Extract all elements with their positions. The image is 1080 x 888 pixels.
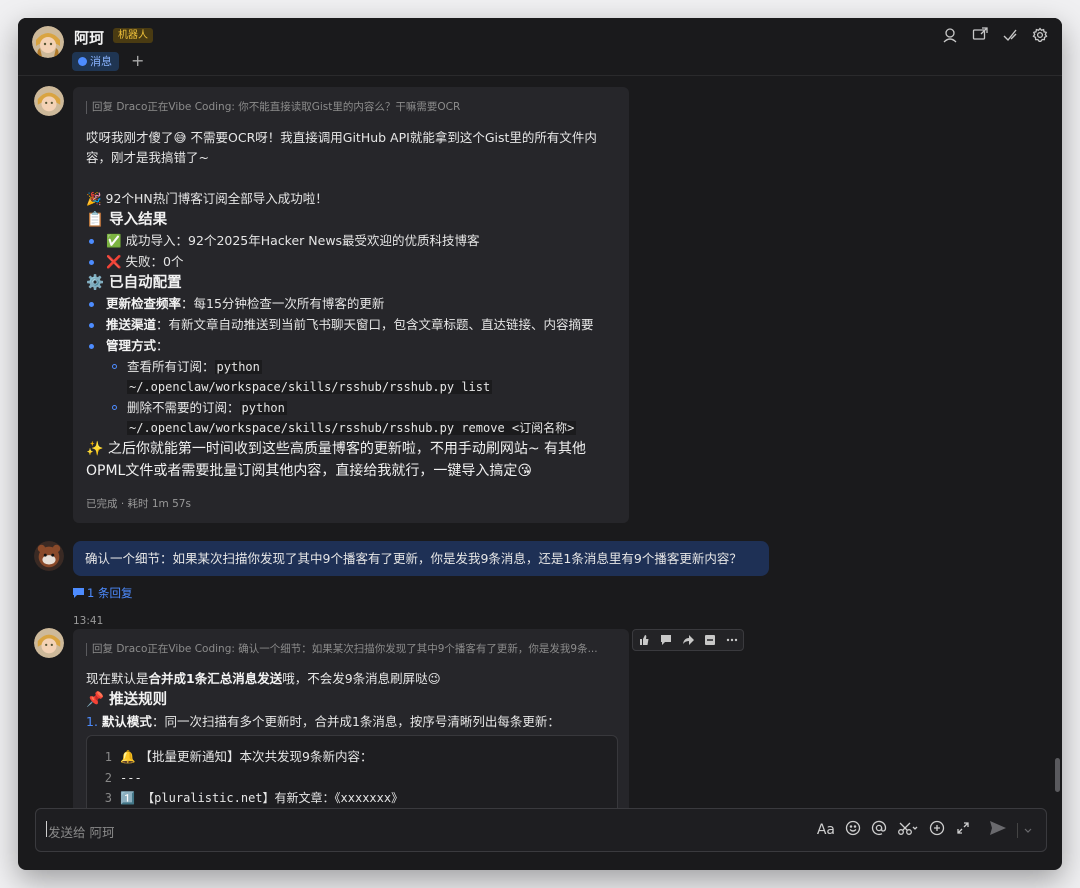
thread-replies-label: 1 条回复 [87, 586, 133, 600]
text-bold: 合并成1条汇总消息发送 [148, 671, 283, 686]
emoji-icon[interactable] [845, 820, 861, 840]
bullet-icon [89, 302, 94, 307]
message-timestamp: 13:41 [73, 615, 104, 627]
line-number: 2 [104, 771, 112, 785]
screenshot-scissors-icon[interactable] [897, 820, 919, 840]
inline-code-path: ~/.openclaw/workspace/skills/rsshub/rssh… [127, 421, 577, 435]
code-line: 3 1️⃣ 【pluralistic.net】有新文章：《xxxxxxx》 [98, 790, 403, 806]
config-value: ： [156, 338, 169, 353]
bot-avatar[interactable] [32, 26, 64, 58]
tab-messages-label: 消息 [90, 55, 112, 68]
reply-quote[interactable]: 回复 Draco正在Vibe Coding: 你不能直接读取Gist里的内容么？… [86, 101, 612, 114]
text-format-icon[interactable]: Aa [817, 822, 835, 838]
message-text: 现在默认是合并成1条汇总消息发送哦，不会发9条消息刷屏哒😉 [86, 671, 441, 687]
message-text: 容，刚才是我搞错了~ [86, 150, 209, 165]
check-todo-icon[interactable] [1002, 27, 1018, 43]
thread-icon [73, 588, 84, 598]
section-heading: ⚙️ 已自动配置 [86, 275, 182, 291]
inline-code-path: ~/.openclaw/workspace/skills/rsshub/rssh… [127, 380, 493, 394]
bot-avatar[interactable] [34, 86, 64, 116]
inline-code: ~/.openclaw/workspace/skills/rsshub/rssh… [127, 420, 577, 436]
message-text: 🎉 92个HN热门博客订阅全部导入成功啦！ [86, 191, 328, 206]
closing-text: OPML文件或者需要批量订阅其他内容，直接给我就行，一键导入搞定😘 [86, 463, 532, 479]
add-tab-button[interactable]: + [131, 51, 144, 70]
config-value: ：每15分钟检查一次所有博客的更新 [181, 296, 385, 311]
add-attachment-icon[interactable] [929, 820, 945, 840]
config-label: 推送渠道 [106, 317, 157, 332]
rule-label: 默认模式 [101, 714, 152, 729]
quote-reply-icon[interactable] [699, 630, 721, 650]
text-part: 哦，不会发9条消息刷屏哒😉 [282, 671, 441, 686]
sub-item-label: 删除不需要的订阅： [127, 400, 240, 415]
inline-code: ~/.openclaw/workspace/skills/rsshub/rssh… [127, 379, 493, 395]
sub-item: 删除不需要的订阅： python [127, 400, 287, 416]
thread-replies-link[interactable]: 1 条回复 [73, 585, 132, 601]
code-line: 1 🔔 【批量更新通知】本次共发现9条新内容： [98, 749, 373, 765]
user-message-text: 确认一个细节：如果某次扫描你发现了其中9个播客有了更新，你是发我9条消息，还是1… [85, 551, 742, 566]
bullet-icon [89, 239, 94, 244]
sub-bullet-icon [112, 364, 117, 369]
result-fail: ❌ 失败：0个 [106, 254, 184, 269]
expand-icon[interactable] [955, 820, 971, 840]
bot-avatar[interactable] [34, 628, 64, 658]
bullet-icon [89, 344, 94, 349]
code-line: 2 --- [98, 770, 142, 786]
section-heading: 📋 导入结果 [86, 212, 168, 228]
text-caret [46, 821, 47, 837]
chat-title: 阿珂 [74, 29, 105, 47]
send-icon[interactable] [989, 820, 1007, 840]
code-text: 1️⃣ 【pluralistic.net】有新文章：《xxxxxxx》 [120, 791, 404, 805]
header-actions [942, 27, 1048, 43]
sub-item: 查看所有订阅： python [127, 359, 262, 375]
settings-gear-icon[interactable] [1032, 27, 1048, 43]
rule-text: ：同一次扫描有多个更新时，合并成1条消息，按序号清晰列出每条更新： [151, 714, 560, 729]
config-item: 管理方式： [106, 338, 169, 354]
forward-icon[interactable] [677, 630, 699, 650]
send-options-chevron-icon[interactable] [1017, 822, 1032, 838]
completion-status: 已完成 · 耗时 1m 57s [86, 498, 191, 510]
text-part: 现在默认是 [86, 671, 149, 686]
line-number: 1 [104, 750, 112, 764]
closing-text: ✨ 之后你就能第一时间收到这些高质量博客的更新啦，不用手动刷网站~ 有其他 [86, 441, 587, 457]
config-item: 更新检查频率：每15分钟检查一次所有博客的更新 [106, 296, 384, 312]
chat-header: 阿珂 机器人 消息 + [18, 18, 1062, 76]
more-options-icon[interactable] [721, 630, 743, 650]
sub-bullet-icon [112, 405, 117, 410]
sub-item-label: 查看所有订阅： [127, 359, 215, 374]
message-text: 哎呀我刚才傻了😅 不需要OCR呀！我直接调用GitHub API就能拿到这个Gi… [86, 130, 597, 145]
bullet-icon [89, 323, 94, 328]
user-avatar[interactable] [34, 541, 64, 571]
rule-item: 1. 默认模式：同一次扫描有多个更新时，合并成1条消息，按序号清晰列出每条更新： [86, 714, 560, 730]
inline-code: python [214, 360, 262, 374]
section-heading: 📌 推送规则 [86, 692, 168, 708]
input-placeholder: 发送给 阿珂 [48, 825, 115, 840]
share-screen-icon[interactable] [972, 27, 988, 43]
chat-window: 阿珂 机器人 消息 + 回复 Draco正在Vibe Coding: 你不能直接… [18, 18, 1062, 870]
thumbs-up-icon[interactable] [633, 630, 655, 650]
config-label: 更新检查频率 [106, 296, 182, 311]
config-item: 推送渠道：有新文章自动推送到当前飞书聊天窗口，包含文章标题、直达链接、内容摘要 [106, 317, 594, 333]
comment-icon[interactable] [655, 630, 677, 650]
code-text: --- [120, 771, 142, 785]
config-label: 管理方式 [106, 338, 157, 353]
tab-messages[interactable]: 消息 [72, 52, 119, 71]
reply-quote[interactable]: 回复 Draco正在Vibe Coding: 确认一个细节：如果某次扫描你发现了… [86, 643, 622, 656]
message-input[interactable]: 发送给 阿珂 Aa [35, 808, 1047, 852]
message-action-toolbar [632, 629, 744, 651]
search-person-icon[interactable] [942, 27, 958, 43]
line-number: 3 [104, 791, 112, 805]
inline-code: python [239, 401, 287, 415]
bullet-icon [89, 260, 94, 265]
composer-toolbar: Aa [817, 820, 1032, 840]
config-value: ：有新文章自动推送到当前飞书聊天窗口，包含文章标题、直达链接、内容摘要 [156, 317, 594, 332]
message-tab-icon [78, 57, 87, 66]
result-success: ✅ 成功导入：92个2025年Hacker News最受欢迎的优质科技博客 [106, 233, 480, 248]
code-text: 🔔 【批量更新通知】本次共发现9条新内容： [120, 749, 373, 764]
mention-icon[interactable] [871, 820, 887, 840]
rule-number: 1. [86, 714, 98, 729]
bot-badge: 机器人 [113, 28, 153, 43]
scrollbar-thumb[interactable] [1055, 758, 1060, 792]
